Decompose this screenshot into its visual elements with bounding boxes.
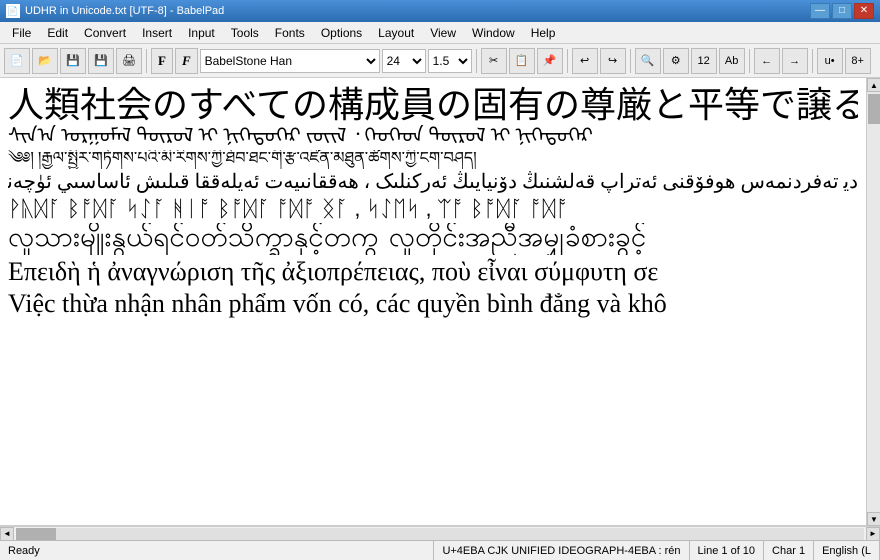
cut-button[interactable]: ✂ xyxy=(481,48,507,74)
text-line-2: ᠰᠢᠨ᠎ᠠ ᠤᠷᠭᠤᠮᠠᠯ ᠲᠦᠷᠦᠯ ᠢ ᠨᠢᠭᠡᠳᠦᠭᠡᠷ ᠵᠦᠢᠯ ᠂ ᠬ… xyxy=(8,125,858,148)
print-button[interactable]: 🖨 xyxy=(116,48,142,74)
italic-button[interactable]: F xyxy=(175,48,198,74)
status-unicode-info: U+4EBA CJK UNIFIED IDEOGRAPH-4EBA : rén xyxy=(434,541,689,560)
status-ready: Ready xyxy=(0,541,434,560)
menu-file[interactable]: File xyxy=(4,24,39,42)
tool3-button[interactable]: Ab xyxy=(719,48,745,74)
menu-fonts[interactable]: Fonts xyxy=(267,24,313,42)
new-button[interactable]: 📄 xyxy=(4,48,30,74)
separator2 xyxy=(476,49,477,73)
bold-button[interactable]: F xyxy=(151,48,173,74)
maximize-button[interactable]: □ xyxy=(832,3,852,19)
text-line-8: Việc thừa nhận nhân phẩm vốn có, các quy… xyxy=(8,289,858,319)
main-content[interactable]: 人類社会のすべての構成員の固有の尊厳と平等で譲ること0 ᠰᠢᠨ᠎ᠠ ᠤᠷᠭᠤᠮᠠ… xyxy=(0,78,866,526)
main-wrapper: 人類社会のすべての構成員の固有の尊厳と平等で譲ること0 ᠰᠢᠨ᠎ᠠ ᠤᠷᠭᠤᠮᠠ… xyxy=(0,78,880,526)
horizontal-scrollbar: ◄ ► xyxy=(0,526,880,540)
separator3 xyxy=(567,49,568,73)
titlebar-left: 📄 UDHR in Unicode.txt [UTF-8] - BabelPad xyxy=(6,4,224,18)
text-area[interactable]: 人類社会のすべての構成員の固有の尊厳と平等で譲ること0 ᠰᠢᠨ᠎ᠠ ᠤᠷᠭᠤᠮᠠ… xyxy=(0,78,866,525)
separator6 xyxy=(812,49,813,73)
hscroll-left-arrow[interactable]: ◄ xyxy=(0,527,14,541)
text-line-6: လူသားမျိုးနွယ်ရင်ဝတ်သိက္ခာနှင့်တကွ လူတို… xyxy=(8,223,858,255)
vscroll-down-arrow[interactable]: ▼ xyxy=(867,512,880,526)
nav-right-button[interactable]: → xyxy=(782,48,808,74)
menu-layout[interactable]: Layout xyxy=(370,24,422,42)
titlebar-controls: — □ ✕ xyxy=(810,3,874,19)
menu-input[interactable]: Input xyxy=(180,24,223,42)
vscroll-thumb[interactable] xyxy=(868,94,880,124)
hscroll-thumb[interactable] xyxy=(16,528,56,540)
statusbar: Ready U+4EBA CJK UNIFIED IDEOGRAPH-4EBA … xyxy=(0,540,880,560)
tool1-button[interactable]: ⚙ xyxy=(663,48,689,74)
status-line-info: Line 1 of 10 xyxy=(690,541,765,560)
open-button[interactable]: 📂 xyxy=(32,48,58,74)
undo-button[interactable]: ↩ xyxy=(572,48,598,74)
menu-window[interactable]: Window xyxy=(464,24,523,42)
status-char-info: Char 1 xyxy=(764,541,814,560)
menu-view[interactable]: View xyxy=(422,24,464,42)
minimize-button[interactable]: — xyxy=(810,3,830,19)
vscroll-track[interactable] xyxy=(867,92,880,512)
vertical-scrollbar: ▲ ▼ xyxy=(866,78,880,526)
text-line-3: ༄༅། །རྒྱལ་སྤྱིར་གཏོགས་པའི་མི་རིགས་ཀྱི་ཐོ… xyxy=(8,150,858,168)
app-icon: 📄 xyxy=(6,4,20,18)
save2-button[interactable]: 💾 xyxy=(88,48,114,74)
hscroll-track[interactable] xyxy=(16,528,864,540)
text-line-7: Επειδὴ ἡ ἀναγνώριση τῆς ἀξιοπρέπειας, πο… xyxy=(8,257,858,287)
menu-tools[interactable]: Tools xyxy=(223,24,267,42)
menu-help[interactable]: Help xyxy=(523,24,564,42)
separator4 xyxy=(630,49,631,73)
tool2-button[interactable]: 12 xyxy=(691,48,717,74)
titlebar-title: UDHR in Unicode.txt [UTF-8] - BabelPad xyxy=(25,5,224,17)
font-size-select[interactable]: 24 xyxy=(382,49,426,73)
menubar: File Edit Convert Insert Input Tools Fon… xyxy=(0,22,880,44)
nav-left-button[interactable]: ← xyxy=(754,48,780,74)
menu-insert[interactable]: Insert xyxy=(134,24,180,42)
toolbar: 📄 📂 💾 💾 🖨 F F BabelStone Han 24 1.5 ✂ 📋 … xyxy=(0,44,880,78)
save-button[interactable]: 💾 xyxy=(60,48,86,74)
menu-convert[interactable]: Convert xyxy=(76,24,134,42)
text-line-5: ᚹᚣᛞᚪ ᛒᚩᛞᚪ ᛋᛇᚪ ᚻᛁᚩ ᛒᚩᛞᚪ ᚩᛞᚩ ᛝᚪ , ᛋᛇᛖᛋ , ᛠ… xyxy=(8,196,858,221)
find-button[interactable]: 🔍 xyxy=(635,48,661,74)
separator5 xyxy=(749,49,750,73)
menu-options[interactable]: Options xyxy=(313,24,370,42)
close-button[interactable]: ✕ xyxy=(854,3,874,19)
menu-edit[interactable]: Edit xyxy=(39,24,76,42)
text-line-4: ﺩﻳ ﺗﻪﻓﺮﺩﻧﻤﻪﺱ ﻫﻮﻓﯚﻗﻨﯽ ﺋﻪﺗﺮﺍﭖ ﻗﻪﻟﺸﻨﯩﯔ ﺩﯙﻧﻴ… xyxy=(8,171,858,194)
hscroll-right-arrow[interactable]: ► xyxy=(866,527,880,541)
font-select[interactable]: BabelStone Han xyxy=(200,49,380,73)
status-lang-info: English (L xyxy=(814,541,880,560)
line-spacing-select[interactable]: 1.5 xyxy=(428,49,472,73)
special2-button[interactable]: 8+ xyxy=(845,48,871,74)
redo-button[interactable]: ↪ xyxy=(600,48,626,74)
text-line-1: 人類社会のすべての構成員の固有の尊厳と平等で譲ること0 xyxy=(8,82,858,123)
vscroll-up-arrow[interactable]: ▲ xyxy=(867,78,880,92)
titlebar: 📄 UDHR in Unicode.txt [UTF-8] - BabelPad… xyxy=(0,0,880,22)
paste-button[interactable]: 📌 xyxy=(537,48,563,74)
copy-button[interactable]: 📋 xyxy=(509,48,535,74)
separator1 xyxy=(146,49,147,73)
special1-button[interactable]: u• xyxy=(817,48,843,74)
